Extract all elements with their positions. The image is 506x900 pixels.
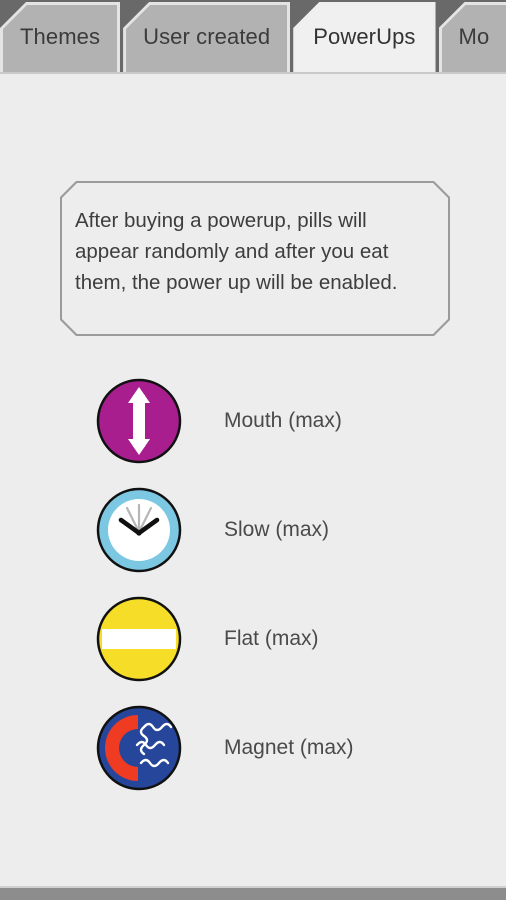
bottom-bar [0, 888, 506, 900]
powerup-label: Mouth (max) [224, 408, 342, 432]
magnet-icon [96, 705, 182, 791]
tab-label: User created [143, 24, 271, 49]
clock-icon [96, 487, 182, 573]
tab-label: PowerUps [313, 24, 416, 49]
powerup-row-magnet[interactable]: Magnet (max) [0, 693, 506, 802]
powerup-label: Slow (max) [224, 517, 330, 541]
info-box-text: After buying a powerup, pills will appea… [75, 209, 398, 294]
tab-label: Themes [20, 24, 101, 49]
powerup-row-slow[interactable]: Slow (max) [0, 475, 506, 584]
tab-powerups[interactable]: PowerUps [293, 2, 436, 72]
tab-more[interactable]: Mo [438, 2, 506, 72]
tab-bar: Themes User created PowerUps Mo [0, 0, 506, 72]
content-area: After buying a powerup, pills will appea… [0, 74, 506, 886]
powerup-row-mouth[interactable]: Mouth (max) [0, 366, 506, 475]
tab-themes[interactable]: Themes [0, 2, 121, 72]
info-box: After buying a powerup, pills will appea… [60, 181, 450, 336]
powerup-list: Mouth (max) Slow (max) Flat (max) Magnet… [0, 366, 506, 802]
powerup-row-flat[interactable]: Flat (max) [0, 584, 506, 693]
tab-user-created[interactable]: User created [123, 2, 291, 72]
powerup-label: Magnet (max) [224, 735, 354, 759]
powerups-screen: Themes User created PowerUps Mo After bu… [0, 0, 506, 900]
tab-label: Mo [458, 24, 490, 49]
flat-bar-icon [96, 596, 182, 682]
mouth-arrow-icon [96, 378, 182, 464]
powerup-label: Flat (max) [224, 626, 319, 650]
